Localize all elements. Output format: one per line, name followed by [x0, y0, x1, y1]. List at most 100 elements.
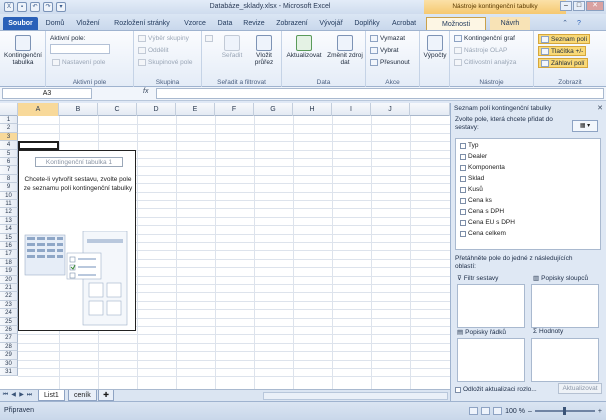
column-header[interactable]: I [332, 103, 371, 116]
minimize-icon[interactable]: – [560, 1, 572, 11]
row-header[interactable]: 14 [0, 225, 18, 234]
column-header[interactable]: F [215, 103, 254, 116]
row-header[interactable]: 29 [0, 351, 18, 360]
first-sheet-icon[interactable]: ⏮ [2, 391, 9, 400]
next-sheet-icon[interactable]: ▶ [18, 391, 25, 400]
pivot-placeholder[interactable]: Kontingenční tabulka 1 Chcete-li vytvoři… [18, 150, 136, 331]
field-list-toggle[interactable]: Seznam polí [538, 34, 591, 44]
row-header[interactable]: 22 [0, 292, 18, 301]
row-header[interactable]: 23 [0, 300, 18, 310]
field-item[interactable]: Typ [460, 142, 478, 149]
update-button[interactable]: Aktualizovat [558, 383, 602, 394]
row-header[interactable]: 6 [0, 158, 18, 167]
pivot-table-button[interactable]: Kontingenční tabulka [2, 35, 44, 66]
zoom-level[interactable]: 100 % [505, 408, 525, 415]
headers-toggle[interactable]: Záhlaví polí [538, 58, 588, 68]
row-header[interactable]: 26 [0, 326, 18, 335]
field-checkbox[interactable] [460, 164, 466, 171]
column-header[interactable]: H [293, 103, 332, 116]
worksheet-grid[interactable]: A B C D E F G H I J 1 2 3 4 5 6 7 8 9 10 11 12 13 14 1… [0, 103, 450, 389]
undo-icon[interactable]: ↶ [30, 2, 40, 12]
tab-view[interactable]: Zobrazení [272, 17, 312, 30]
clear-button[interactable]: Vymazat [370, 35, 405, 42]
row-header[interactable]: 18 [0, 258, 18, 268]
calculations-button[interactable]: Výpočty [422, 35, 448, 59]
row-header[interactable]: 12 [0, 208, 18, 217]
defer-checkbox-box[interactable] [455, 386, 461, 393]
row-header[interactable]: 25 [0, 317, 18, 326]
new-sheet-icon[interactable]: ✚ [98, 390, 114, 401]
group-selection-button[interactable]: Výběr skupiny [138, 35, 189, 42]
sort-button[interactable]: Seřadit [220, 35, 244, 59]
page-layout-view-icon[interactable] [481, 407, 491, 415]
move-button[interactable]: Přesunout [370, 59, 410, 66]
sort-az-icon[interactable] [205, 35, 213, 42]
values-drop-area[interactable] [531, 338, 599, 382]
horizontal-scrollbar[interactable] [263, 392, 448, 400]
customize-dropdown-icon[interactable]: ▾ [56, 2, 66, 12]
column-header[interactable]: D [137, 103, 176, 116]
field-checkbox[interactable] [460, 142, 466, 149]
row-header[interactable]: 16 [0, 242, 18, 251]
field-item[interactable]: Kusů [460, 186, 483, 193]
row-header[interactable]: 31 [0, 368, 18, 377]
rows-drop-area[interactable] [457, 338, 525, 382]
tab-options[interactable]: Možnosti [426, 17, 486, 30]
column-header-empty[interactable] [410, 103, 450, 116]
zoom-slider-thumb[interactable] [562, 407, 566, 415]
group-field-button[interactable]: Skupinové pole [138, 59, 192, 66]
prev-sheet-icon[interactable]: ◀ [10, 391, 17, 400]
active-field-input[interactable] [50, 44, 110, 54]
sheet-tab-cenik[interactable]: ceník [68, 390, 97, 401]
zoom-slider[interactable] [534, 407, 595, 415]
select-button[interactable]: Vybrat [370, 47, 399, 54]
field-checkbox[interactable] [460, 153, 466, 160]
ungroup-button[interactable]: Oddělit [138, 47, 169, 54]
field-item[interactable]: Sklad [460, 175, 484, 182]
tab-formulas[interactable]: Vzorce [180, 17, 210, 30]
column-header[interactable]: G [254, 103, 293, 116]
tab-data[interactable]: Data [214, 17, 236, 30]
row-header[interactable]: 1 [0, 116, 18, 125]
tab-page-layout[interactable]: Rozložení stránky [108, 17, 176, 30]
field-item[interactable]: Cena celkem [460, 230, 506, 237]
select-all-corner[interactable] [0, 103, 18, 116]
olap-tools-button[interactable]: Nástroje OLAP [454, 47, 507, 54]
row-header[interactable]: 27 [0, 334, 18, 343]
row-header[interactable]: 13 [0, 216, 18, 226]
page-break-view-icon[interactable] [493, 407, 503, 415]
tab-review[interactable]: Revize [240, 17, 268, 30]
tab-file[interactable]: Soubor [3, 17, 38, 30]
row-header[interactable]: 30 [0, 359, 18, 368]
row-header[interactable]: 8 [0, 174, 18, 184]
minimize-ribbon-icon[interactable]: ⌃ [560, 17, 570, 30]
tab-insert[interactable]: Vložení [72, 17, 104, 30]
columns-drop-area[interactable] [531, 284, 599, 328]
field-checkbox[interactable] [460, 186, 466, 193]
last-sheet-icon[interactable]: ⏭ [26, 391, 33, 400]
row-header[interactable]: 7 [0, 166, 18, 175]
row-header[interactable]: 11 [0, 200, 18, 209]
field-checkbox[interactable] [460, 219, 466, 226]
normal-view-icon[interactable] [469, 407, 479, 415]
column-header[interactable]: B [59, 103, 98, 116]
field-item[interactable]: Dealer [460, 153, 487, 160]
layout-options-button[interactable]: ▦ ▾ [572, 120, 598, 132]
defer-update-checkbox[interactable]: Odložit aktualizaci rozlo... [455, 386, 537, 393]
row-header[interactable]: 24 [0, 309, 18, 318]
sheet-tab-list1[interactable]: List1 [38, 390, 65, 401]
pivot-chart-button[interactable]: Kontingenční graf [454, 35, 515, 42]
row-header[interactable]: 15 [0, 233, 18, 242]
row-header[interactable]: 3 [0, 132, 18, 142]
row-header[interactable]: 20 [0, 275, 18, 284]
column-header[interactable]: J [371, 103, 410, 116]
row-header[interactable]: 21 [0, 284, 18, 293]
filter-drop-area[interactable] [457, 284, 525, 328]
column-header[interactable]: C [98, 103, 137, 116]
save-icon[interactable]: ▪ [17, 2, 27, 12]
field-item[interactable]: Cena ks [460, 197, 492, 204]
zoom-in-icon[interactable]: + [598, 408, 602, 415]
row-header[interactable]: 28 [0, 342, 18, 352]
tab-home[interactable]: Domů [42, 17, 68, 30]
row-header[interactable]: 4 [0, 141, 18, 150]
